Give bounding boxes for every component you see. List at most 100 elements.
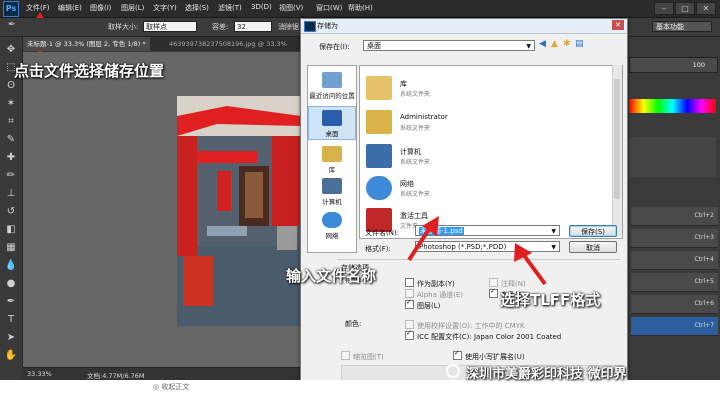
document-tabs: 未标题-1 @ 33.3% (图层 2, 专色 1/8) * 463939738… bbox=[23, 37, 303, 51]
gradient-tool-icon[interactable]: ▦ bbox=[4, 241, 18, 255]
list-item[interactable]: 网络 系统文件夹 bbox=[364, 174, 564, 204]
zoom-level[interactable]: 33.33% bbox=[27, 370, 52, 378]
menu-edit[interactable]: 编辑(E) bbox=[58, 3, 82, 13]
pen-tool-icon[interactable]: ✒ bbox=[4, 295, 18, 309]
dodge-tool-icon[interactable]: ● bbox=[4, 277, 18, 291]
layers-checkbox[interactable]: 图层(L) bbox=[405, 298, 440, 311]
eraser-tool-icon[interactable]: ◧ bbox=[4, 223, 18, 237]
opacity-value[interactable]: 100 bbox=[693, 61, 705, 69]
workspace-select[interactable]: 基本功能 bbox=[652, 21, 712, 32]
menu-image[interactable]: 图像(I) bbox=[90, 3, 112, 13]
place-desktop[interactable]: 桌面 bbox=[308, 106, 356, 140]
up-folder-icon[interactable]: ▲ bbox=[551, 39, 558, 49]
scrollbar-thumb[interactable] bbox=[614, 79, 620, 199]
place-computer[interactable]: 计算机 bbox=[308, 178, 356, 206]
opacity-row: 100 bbox=[629, 57, 718, 73]
history-brush-tool-icon[interactable]: ↺ bbox=[4, 205, 18, 219]
color-label: 颜色: bbox=[345, 320, 362, 328]
magic-wand-tool-icon[interactable]: ✶ bbox=[4, 97, 18, 111]
lasso-tool-icon[interactable]: ʘ bbox=[4, 79, 18, 93]
lowercase-extension-checkbox[interactable]: 使用小写扩展名(U) bbox=[453, 349, 525, 362]
tolerance-input[interactable]: 32 bbox=[234, 21, 272, 32]
minimize-button[interactable]: – bbox=[654, 2, 674, 15]
filename-label: 文件名(N): bbox=[365, 229, 400, 237]
close-button[interactable]: ✕ bbox=[696, 2, 716, 15]
menu-help[interactable]: 帮助(H) bbox=[348, 3, 373, 13]
article-footer: ◎ 收起正文 bbox=[0, 380, 720, 403]
crop-tool-icon[interactable]: ⌗ bbox=[4, 115, 18, 129]
clone-stamp-tool-icon[interactable]: ⊥ bbox=[4, 187, 18, 201]
channel-row[interactable]: Ctrl+3 bbox=[631, 229, 718, 248]
save-as-dialog: 存储为 ✕ 保存在(I): 桌面 ▼ ◀ ▲ ✱ ▤ 最近访问的位置 桌面 库 … bbox=[300, 18, 628, 395]
channel-row[interactable]: Ctrl+2 bbox=[631, 207, 718, 226]
alpha-checkbox[interactable]: Alpha 通道(E) bbox=[405, 289, 463, 300]
thumbnail-checkbox[interactable]: 缩览图(T) bbox=[341, 351, 384, 362]
menu-window[interactable]: 窗口(W) bbox=[316, 3, 342, 13]
save-in-label: 保存在(I): bbox=[319, 43, 350, 51]
sample-size-select[interactable]: 取样点 bbox=[143, 21, 197, 32]
channel-row[interactable]: Ctrl+4 bbox=[631, 251, 718, 270]
menu-layer[interactable]: 图层(L) bbox=[121, 3, 144, 13]
view-menu-icon[interactable]: ▤ bbox=[575, 39, 584, 49]
eyedropper-icon[interactable]: ✒ bbox=[8, 20, 16, 30]
dialog-close-button[interactable]: ✕ bbox=[612, 20, 624, 30]
menu-3d[interactable]: 3D(D) bbox=[251, 3, 272, 11]
use-proof-checkbox[interactable]: 使用校样设置(O): 工作中的 CMYK bbox=[405, 320, 525, 331]
menu-select[interactable]: 选择(S) bbox=[185, 3, 209, 13]
save-in-select[interactable]: 桌面 ▼ bbox=[363, 40, 535, 51]
menu-bar: Ps 文件(F) 编辑(E) 图像(I) 图层(L) 文字(Y) 选择(S) 滤… bbox=[0, 0, 720, 18]
antialias-checkbox[interactable]: 消除锯 bbox=[278, 22, 299, 32]
tools-panel: ✥ ⬚ ʘ ✶ ⌗ ✎ ✚ ✏ ⊥ ↺ ◧ ▦ 💧 ● ✒ T ➤ ✋ bbox=[0, 37, 23, 367]
type-tool-icon[interactable]: T bbox=[4, 313, 18, 327]
channel-row[interactable]: Ctrl+6 bbox=[631, 295, 718, 314]
sample-size-label: 取样大小: bbox=[108, 23, 139, 31]
save-in-value: 桌面 bbox=[367, 42, 381, 50]
arrow-to-filename bbox=[407, 216, 439, 262]
annotation-choose-location: 点击文件选择储存位置 bbox=[14, 62, 165, 80]
menu-filter[interactable]: 滤镜(T) bbox=[218, 3, 242, 13]
channel-row[interactable]: Ctrl+5 bbox=[631, 273, 718, 292]
computer-icon bbox=[366, 144, 392, 168]
format-label: 格式(F): bbox=[365, 245, 391, 253]
file-list-scrollbar[interactable] bbox=[612, 65, 622, 237]
color-spectrum[interactable] bbox=[629, 99, 716, 113]
blur-tool-icon[interactable]: 💧 bbox=[4, 259, 18, 273]
annotation-choose-format: 选择TLFF格式 bbox=[500, 291, 601, 309]
tab-jpg-document[interactable]: 463939738237508196.jpg @ 33.3% bbox=[165, 37, 291, 51]
place-libraries[interactable]: 库 bbox=[308, 146, 356, 174]
channel-row[interactable]: Ctrl+7 bbox=[631, 317, 718, 336]
maximize-button[interactable]: □ bbox=[675, 2, 695, 15]
menu-view[interactable]: 视图(V) bbox=[279, 3, 303, 13]
move-tool-icon[interactable]: ✥ bbox=[4, 43, 18, 57]
list-item[interactable]: Administrator 系统文件夹 bbox=[364, 108, 564, 138]
canvas-image bbox=[177, 96, 301, 326]
arrow-to-format bbox=[514, 243, 547, 286]
document-canvas-area[interactable] bbox=[23, 52, 301, 367]
place-recent[interactable]: 最近访问的位置 bbox=[308, 72, 356, 100]
eyedropper-tool-icon[interactable]: ✎ bbox=[4, 133, 18, 147]
healing-brush-tool-icon[interactable]: ✚ bbox=[4, 151, 18, 165]
chevron-down-icon: ▼ bbox=[551, 228, 556, 235]
cancel-button[interactable]: 取消 bbox=[569, 241, 617, 253]
annotation-enter-name: 输入文件名称 bbox=[286, 267, 377, 285]
adjustments-icons[interactable] bbox=[629, 137, 716, 177]
dialog-titlebar: 存储为 ✕ bbox=[301, 19, 627, 34]
brush-tool-icon[interactable]: ✏ bbox=[4, 169, 18, 183]
chevron-down-icon: ▼ bbox=[526, 43, 531, 50]
path-selection-tool-icon[interactable]: ➤ bbox=[4, 331, 18, 345]
hand-tool-icon[interactable]: ✋ bbox=[4, 349, 18, 363]
places-bar: 最近访问的位置 桌面 库 计算机 网络 bbox=[307, 65, 357, 253]
list-item[interactable]: 计算机 系统文件夹 bbox=[364, 142, 564, 172]
new-folder-icon[interactable]: ✱ bbox=[563, 39, 571, 49]
menu-type[interactable]: 文字(Y) bbox=[153, 3, 177, 13]
back-icon[interactable]: ◀ bbox=[539, 39, 546, 49]
place-network[interactable]: 网络 bbox=[308, 212, 356, 240]
right-panels: 100 Ctrl+2 Ctrl+3 Ctrl+4 Ctrl+5 Ctrl+6 C… bbox=[625, 37, 720, 380]
tab-active-document[interactable]: 未标题-1 @ 33.3% (图层 2, 专色 1/8) * bbox=[23, 37, 150, 51]
save-button[interactable]: 保存(S) bbox=[569, 225, 617, 237]
icc-profile-checkbox[interactable]: ICC 配置文件(C): Japan Color 2001 Coated bbox=[405, 329, 561, 342]
collapse-text-link[interactable]: ◎ 收起正文 bbox=[153, 382, 189, 392]
dialog-title: 存储为 bbox=[317, 22, 338, 30]
as-copy-checkbox[interactable]: 作为副本(Y) bbox=[405, 278, 455, 289]
list-item[interactable]: 库系统文件夹 bbox=[364, 74, 564, 104]
